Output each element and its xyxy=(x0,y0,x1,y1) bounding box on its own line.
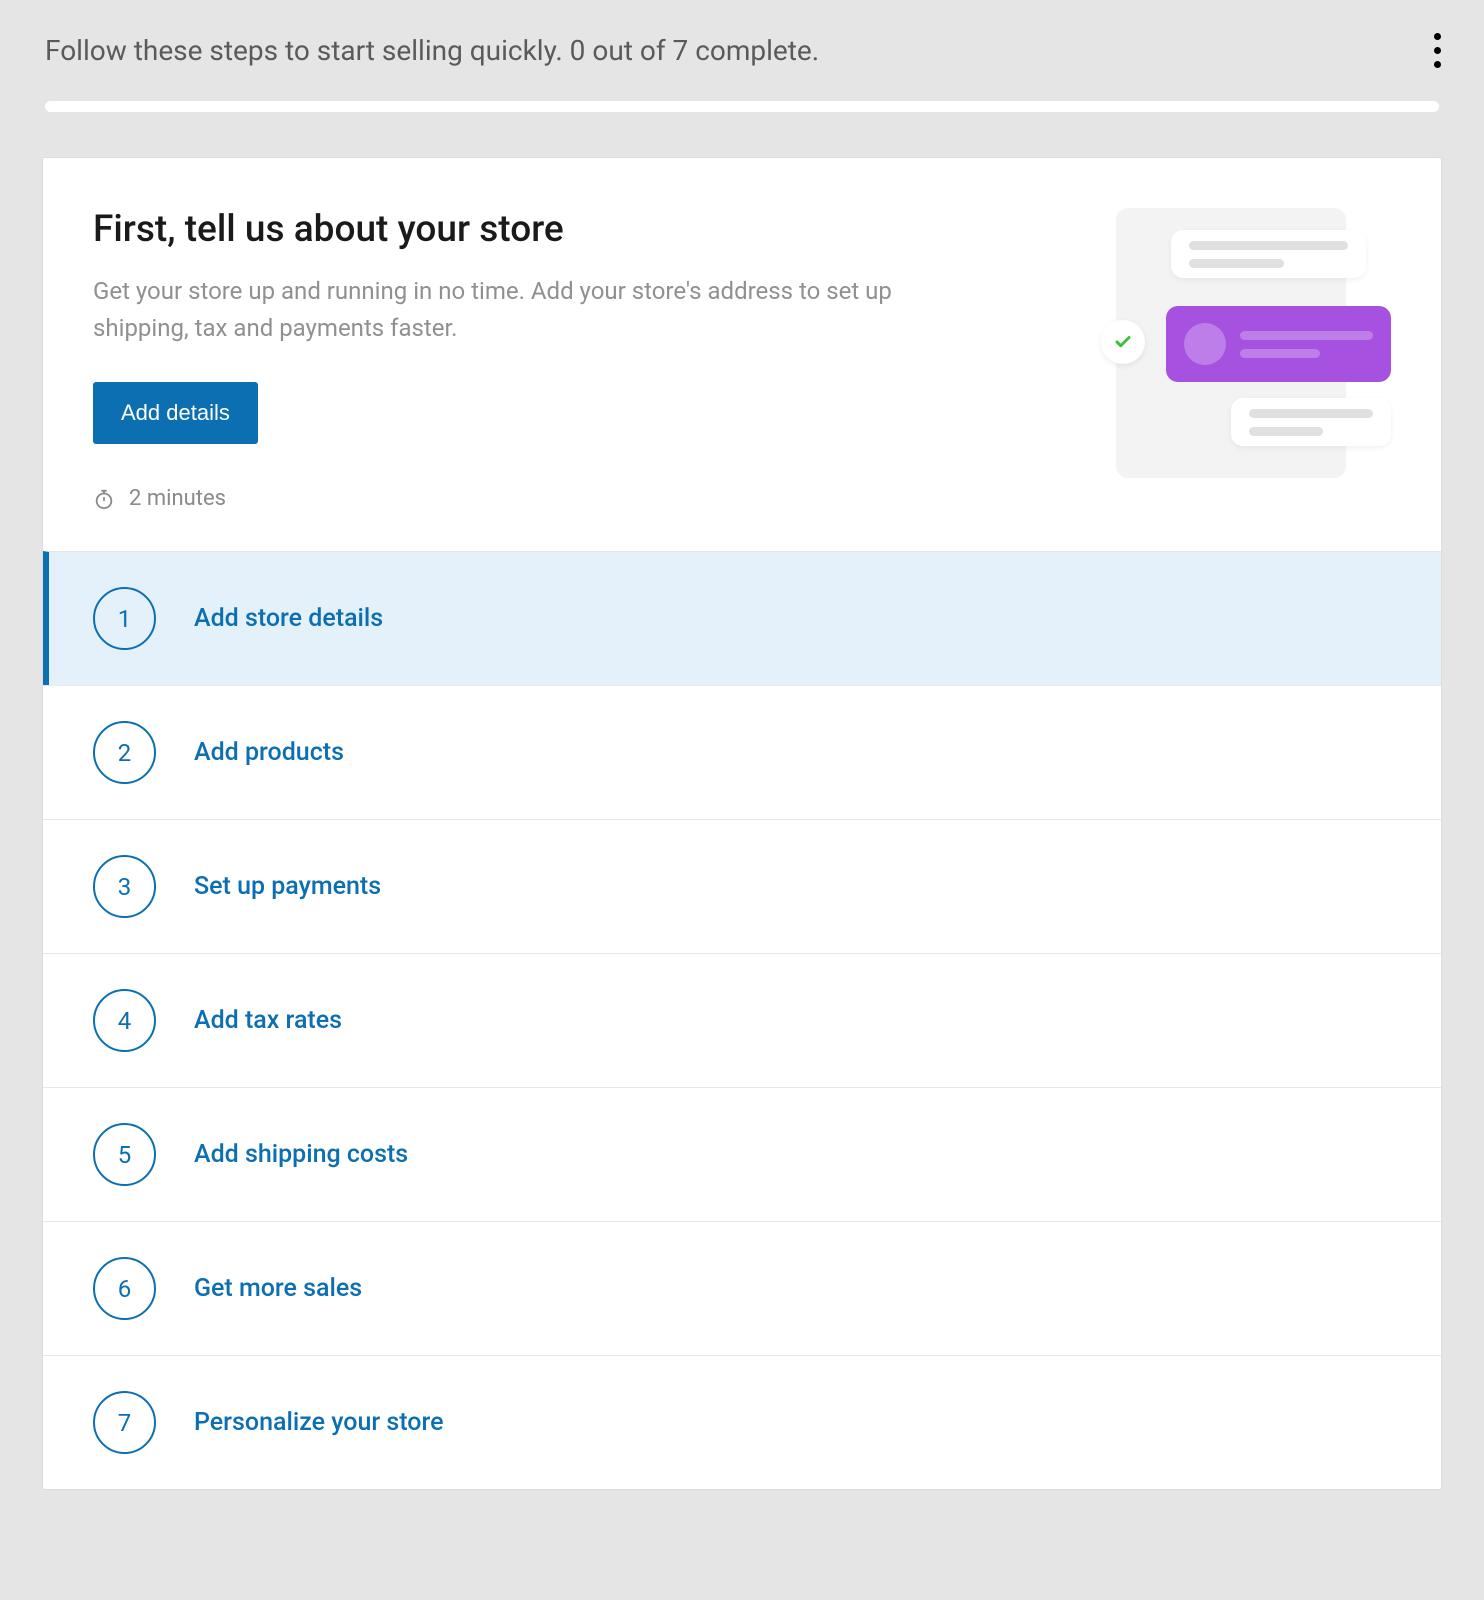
onboarding-header: Follow these steps to start selling quic… xyxy=(0,0,1484,101)
step-item-get-more-sales[interactable]: 6 Get more sales xyxy=(43,1221,1441,1355)
step-number: 7 xyxy=(93,1391,156,1454)
step-item-set-up-payments[interactable]: 3 Set up payments xyxy=(43,819,1441,953)
time-estimate: 2 minutes xyxy=(93,486,953,511)
kebab-menu-icon[interactable] xyxy=(1426,25,1449,76)
step-label: Set up payments xyxy=(194,872,381,901)
step-number: 5 xyxy=(93,1123,156,1186)
step-item-personalize-your-store[interactable]: 7 Personalize your store xyxy=(43,1355,1441,1489)
step-item-add-store-details[interactable]: 1 Add store details xyxy=(43,551,1441,685)
step-number: 1 xyxy=(93,587,156,650)
step-item-add-products[interactable]: 2 Add products xyxy=(43,685,1441,819)
step-item-add-tax-rates[interactable]: 4 Add tax rates xyxy=(43,953,1441,1087)
step-number: 6 xyxy=(93,1257,156,1320)
step-number: 3 xyxy=(93,855,156,918)
onboarding-card: First, tell us about your store Get your… xyxy=(42,157,1442,1490)
card-title: First, tell us about your store xyxy=(93,208,953,251)
stopwatch-icon xyxy=(93,488,115,510)
step-label: Add products xyxy=(194,738,344,767)
checkmark-icon xyxy=(1101,320,1145,364)
step-list: 1 Add store details 2 Add products 3 Set… xyxy=(43,551,1441,1489)
step-number: 2 xyxy=(93,721,156,784)
step-label: Get more sales xyxy=(194,1274,362,1303)
onboarding-illustration xyxy=(1071,208,1391,478)
step-item-add-shipping-costs[interactable]: 5 Add shipping costs xyxy=(43,1087,1441,1221)
step-label: Add store details xyxy=(194,604,383,633)
time-estimate-label: 2 minutes xyxy=(129,486,226,511)
step-number: 4 xyxy=(93,989,156,1052)
step-label: Add shipping costs xyxy=(194,1140,408,1169)
card-header: First, tell us about your store Get your… xyxy=(43,158,1441,551)
add-details-button[interactable]: Add details xyxy=(93,382,258,444)
step-label: Personalize your store xyxy=(194,1408,443,1437)
step-label: Add tax rates xyxy=(194,1006,342,1035)
card-subtitle: Get your store up and running in no time… xyxy=(93,273,953,347)
progress-bar xyxy=(45,101,1439,112)
header-instruction: Follow these steps to start selling quic… xyxy=(45,34,819,67)
